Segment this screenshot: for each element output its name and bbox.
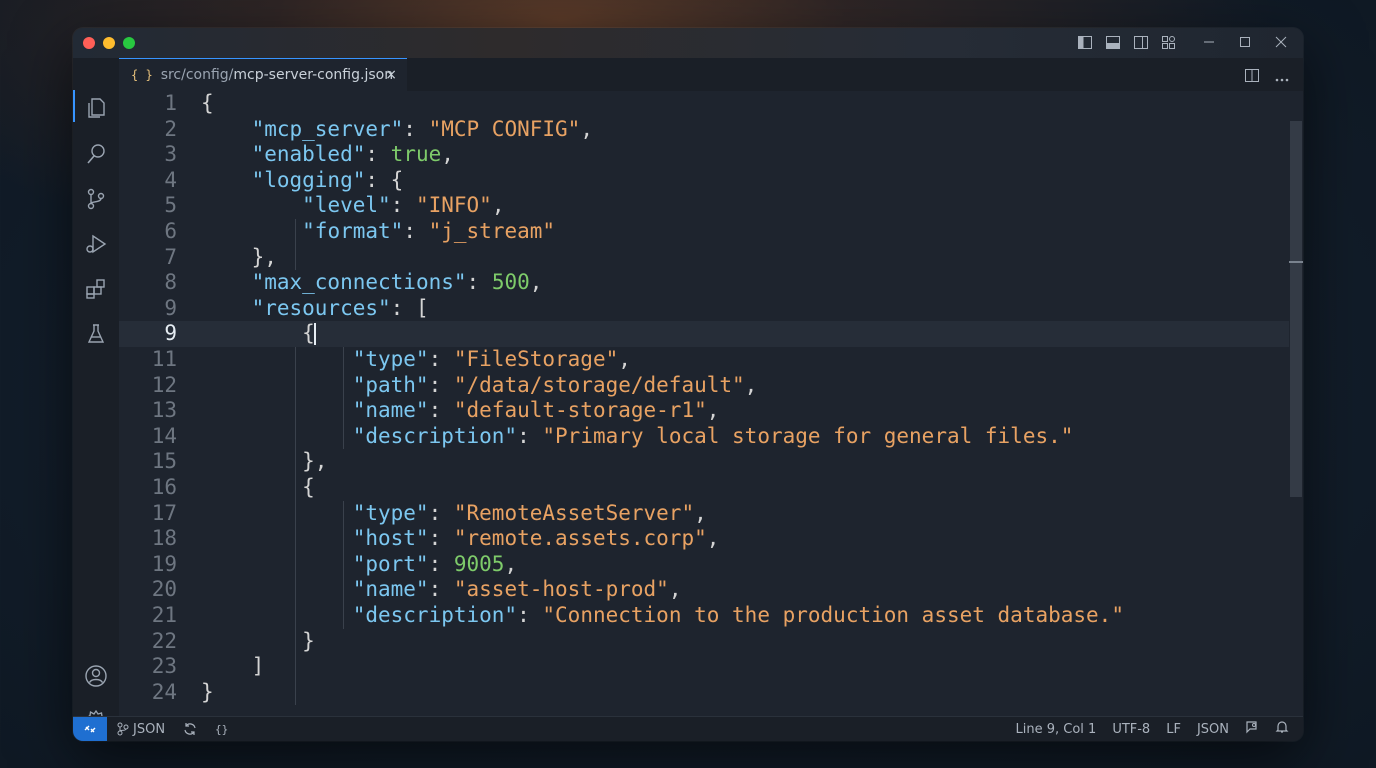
language-mode[interactable]: JSON: [1197, 722, 1229, 737]
code-line: 23 ]: [151, 654, 265, 679]
code-line: 15 },: [151, 449, 328, 474]
scrollbar-cursor-marker: [1289, 261, 1303, 263]
code-line: 21 "description": "Connection to the pro…: [151, 603, 1124, 627]
sync-button[interactable]: [183, 722, 197, 736]
search-icon[interactable]: [84, 142, 108, 166]
explorer-icon[interactable]: [84, 96, 108, 120]
git-branch-icon: [117, 722, 129, 736]
code-line: 2 "mcp_server": "MCP CONFIG",: [164, 116, 593, 141]
code-line: 14 "description": "Primary local storage…: [151, 423, 1074, 448]
code-line: 8 "max_connections": 500,: [164, 270, 543, 295]
tab-mcp-server-config[interactable]: { } src/config/mcp-server-config.json ×: [119, 58, 407, 91]
minimize-icon[interactable]: [1201, 34, 1217, 50]
current-code-line: 9 {: [119, 321, 1289, 347]
code-line: 22 }: [151, 628, 315, 653]
close-icon[interactable]: [1273, 34, 1289, 50]
code-line: 4 "logging": {: [164, 167, 404, 192]
scrollbar-thumb[interactable]: [1290, 121, 1302, 497]
testing-icon[interactable]: [84, 322, 108, 346]
status-bar: JSON {} Line 9, Col 1 UTF-8 LF JSON: [73, 716, 1303, 741]
code-line: 19 "port": 9005,: [151, 551, 518, 576]
cursor-position[interactable]: Line 9, Col 1: [1016, 722, 1097, 737]
tab-bar: { } src/config/mcp-server-config.json ×: [119, 58, 1303, 91]
more-actions-icon[interactable]: [1275, 67, 1289, 86]
branch-language-item[interactable]: JSON: [117, 722, 165, 737]
json-braces-icon: { }: [131, 68, 153, 82]
minimize-window-button[interactable]: [103, 37, 115, 49]
toggle-panel-icon[interactable]: [1105, 34, 1121, 50]
zoom-window-button[interactable]: [123, 37, 135, 49]
toggle-primary-sidebar-icon[interactable]: [1077, 34, 1093, 50]
customize-layout-icon[interactable]: [1161, 34, 1177, 50]
code-line: 3 "enabled": true,: [164, 142, 454, 167]
code-line: 24}: [151, 679, 214, 704]
extensions-icon[interactable]: [84, 277, 108, 301]
toggle-secondary-sidebar-icon[interactable]: [1133, 34, 1149, 50]
feedback-icon[interactable]: [1245, 720, 1259, 738]
tab-path-prefix: src/config/: [160, 67, 234, 83]
code-line: 12 "path": "/data/storage/default",: [151, 372, 758, 397]
braces-icon[interactable]: {}: [215, 723, 228, 736]
code-line: 7 },: [164, 244, 277, 269]
sync-icon: [184, 723, 196, 735]
code-line: 6 "format": "j_stream": [164, 219, 556, 243]
code-line: 18 "host": "remote.assets.corp",: [151, 526, 720, 551]
code-line: 20 "name": "asset-host-prod",: [151, 577, 682, 602]
source-control-icon[interactable]: [84, 187, 108, 211]
end-of-line[interactable]: LF: [1166, 722, 1181, 737]
run-debug-icon[interactable]: [84, 232, 108, 256]
code-line: 16 {: [151, 475, 315, 499]
status-language-left: JSON: [133, 721, 166, 737]
encoding[interactable]: UTF-8: [1112, 722, 1150, 737]
code-line: 1{: [164, 91, 214, 115]
text-cursor: [313, 323, 316, 346]
active-indicator: [73, 90, 75, 122]
title-bar: [73, 28, 1303, 58]
code-line: 17 "type": "RemoteAssetServer",: [151, 500, 707, 525]
code-line: 11 "type": "FileStorage",: [151, 347, 631, 371]
code-editor[interactable]: 1{ 2 "mcp_server": "MCP CONFIG", 3 "enab…: [119, 91, 1289, 717]
code-line: 5 "level": "INFO",: [164, 193, 505, 218]
code-line: 13 "name": "default-storage-r1",: [151, 398, 720, 423]
activity-bar: [73, 58, 119, 733]
editor-scrollbar[interactable]: [1289, 91, 1303, 717]
maximize-icon[interactable]: [1237, 34, 1253, 50]
split-editor-icon[interactable]: [1245, 67, 1259, 86]
tab-filename: mcp-server-config.json: [233, 67, 394, 83]
notifications-bell-icon[interactable]: [1275, 720, 1289, 738]
account-icon[interactable]: [84, 664, 108, 688]
close-window-button[interactable]: [83, 37, 95, 49]
remote-indicator[interactable]: [73, 717, 107, 741]
editor-window: { } src/config/mcp-server-config.json × …: [73, 28, 1303, 741]
close-tab-icon[interactable]: ×: [385, 67, 397, 83]
remote-icon: [84, 725, 96, 733]
code-line: 9 "resources": [: [164, 295, 429, 320]
